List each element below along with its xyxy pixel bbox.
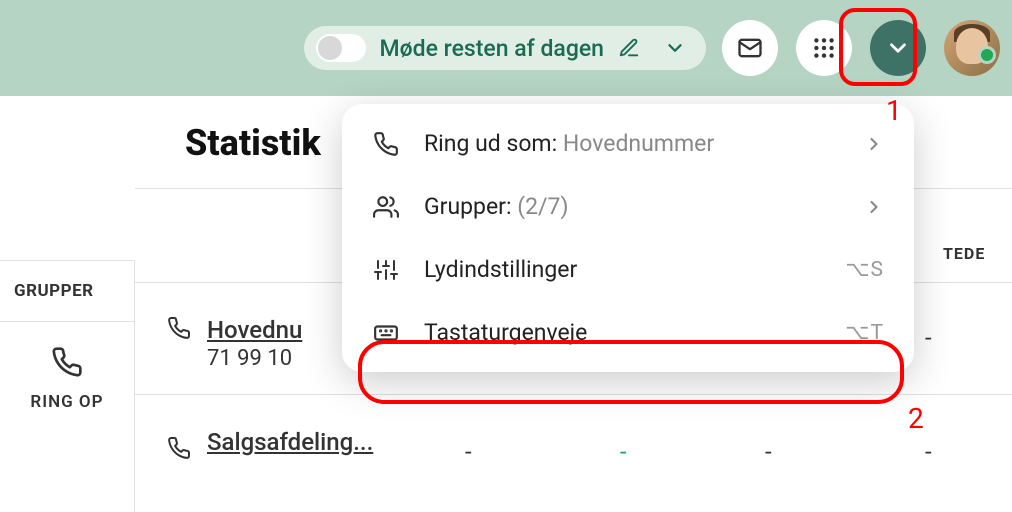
group-row[interactable]: Hovednu 71 99 10 (167, 296, 302, 391)
dropdown-label: Ring ud som: Hovednummer (424, 130, 840, 157)
mail-button[interactable] (722, 20, 778, 76)
dropdown-item-tastaturgenveje[interactable]: Tastaturgenveje ⌥T (342, 301, 914, 364)
more-dropdown: Ring ud som: Hovednummer Grupper: (2/7) … (342, 104, 914, 372)
sidebar-section-grupper[interactable]: GRUPPER (0, 261, 134, 322)
presence-indicator (978, 46, 996, 64)
cell-dash: - (765, 438, 772, 466)
more-menu-button[interactable] (870, 20, 926, 76)
avatar-wrapper[interactable] (944, 20, 1000, 76)
dropdown-label: Tastaturgenveje (424, 319, 821, 346)
group-name-link[interactable]: Salgsafdeling... (207, 428, 373, 456)
cell-dash: - (620, 438, 627, 466)
sliders-icon (372, 258, 400, 282)
dropdown-label: Grupper: (2/7) (424, 193, 840, 220)
phone-icon (167, 436, 191, 464)
group-name-link[interactable]: Hovednu (207, 316, 302, 344)
cell-dash: - (925, 324, 932, 352)
phone-icon (51, 346, 83, 382)
chevron-down-icon[interactable] (664, 37, 686, 59)
sidebar-ring-op[interactable]: RING OP (0, 322, 134, 436)
sidebar: GRUPPER RING OP (0, 260, 135, 512)
chevron-right-icon (864, 197, 884, 217)
dropdown-item-lydindstillinger[interactable]: Lydindstillinger ⌥S (342, 238, 914, 301)
dialpad-button[interactable] (796, 20, 852, 76)
people-icon (372, 194, 400, 220)
cell-dash: - (925, 438, 932, 466)
dropdown-shortcut: ⌥T (845, 320, 884, 345)
pencil-icon[interactable] (618, 37, 640, 59)
header-bar: Møde resten af dagen (0, 0, 1012, 96)
phone-icon (167, 316, 191, 344)
group-row[interactable]: Salgsafdeling... (167, 408, 373, 476)
dropdown-item-grupper[interactable]: Grupper: (2/7) (342, 175, 914, 238)
sidebar-ring-label: RING OP (30, 392, 103, 412)
phone-outgoing-icon (372, 131, 400, 157)
status-pill[interactable]: Møde resten af dagen (304, 26, 706, 70)
group-phone: 71 99 10 (207, 346, 302, 371)
column-header: TEDE (943, 244, 985, 263)
chevron-right-icon (864, 134, 884, 154)
dropdown-label: Lydindstillinger (424, 256, 821, 283)
dropdown-shortcut: ⌥S (845, 257, 884, 282)
keyboard-icon (372, 320, 400, 346)
cell-dash: - (465, 438, 472, 466)
dropdown-item-ring-ud-som[interactable]: Ring ud som: Hovednummer (342, 112, 914, 175)
status-toggle[interactable] (316, 34, 366, 62)
status-text: Møde resten af dagen (380, 35, 604, 62)
